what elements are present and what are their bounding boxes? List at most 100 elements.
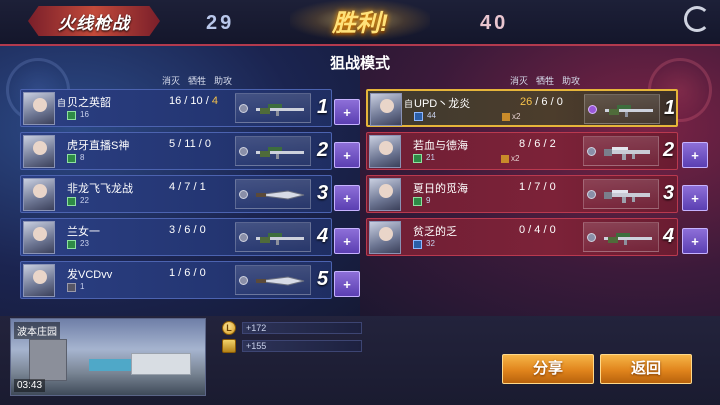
rank-number: 4 bbox=[663, 225, 675, 247]
level-badge-icon bbox=[413, 154, 422, 163]
rank-reward: +155 bbox=[222, 339, 362, 353]
weapon-slot bbox=[235, 136, 311, 166]
weapon-slot bbox=[235, 179, 311, 209]
player-avatar[interactable] bbox=[23, 221, 55, 254]
game-logo: 火线枪战 bbox=[28, 6, 160, 36]
map-building bbox=[29, 339, 67, 381]
player-name: 贫乏的乏 bbox=[413, 226, 457, 238]
weapon-slot bbox=[583, 136, 659, 166]
player-avatar[interactable] bbox=[23, 264, 55, 297]
player-name: 贝之英韶 bbox=[67, 97, 111, 109]
rank-insignia-icon bbox=[222, 339, 236, 353]
player-level: 44 bbox=[427, 111, 436, 120]
coin-reward-value: +172 bbox=[242, 322, 362, 334]
assists-value: 1 bbox=[199, 181, 206, 193]
assists-header: 助攻 bbox=[214, 76, 233, 86]
player-kda: 1 / 6 / 0 bbox=[169, 267, 206, 279]
level-badge-icon bbox=[67, 240, 76, 249]
player-avatar[interactable] bbox=[23, 135, 55, 168]
player-level: 9 bbox=[426, 196, 431, 205]
weapon-slot bbox=[584, 94, 660, 124]
coin-reward: L +172 bbox=[222, 321, 362, 335]
rank-number: 5 bbox=[317, 268, 329, 290]
weapon-quality-icon bbox=[587, 147, 596, 156]
deaths-value: 10 bbox=[190, 95, 203, 107]
rank-reward-value: +155 bbox=[242, 340, 362, 352]
player-kda: 8 / 6 / 2 bbox=[519, 138, 556, 150]
match-time: 03:43 bbox=[14, 379, 46, 392]
add-friend-icon[interactable]: + bbox=[334, 185, 360, 211]
player-kda: 5 / 11 / 0 bbox=[169, 138, 212, 150]
player-kda: 1 / 7 / 0 bbox=[519, 181, 556, 193]
player-avatar[interactable] bbox=[370, 93, 402, 126]
map-pool bbox=[89, 359, 133, 371]
assists-value: 4 bbox=[211, 95, 218, 107]
level-badge-icon bbox=[67, 197, 76, 206]
player-name: 夏日的觅海 bbox=[413, 183, 468, 195]
self-tag: 自 bbox=[57, 98, 67, 108]
self-tag: 自 bbox=[404, 99, 414, 109]
gold-coin-icon: L bbox=[222, 321, 236, 335]
player-kda: 3 / 6 / 0 bbox=[169, 224, 206, 236]
blue-team-row[interactable]: 自贝之英韶 16 16 / 10 / 41 bbox=[20, 89, 332, 127]
add-friend-icon[interactable]: + bbox=[682, 228, 708, 254]
rank-number: 4 bbox=[317, 225, 329, 247]
add-friend-icon[interactable]: + bbox=[682, 185, 708, 211]
player-level: 21 bbox=[426, 153, 435, 162]
add-friend-icon[interactable]: + bbox=[334, 142, 360, 168]
red-team-row[interactable]: 贫乏的乏 32 0 / 4 / 0 4 bbox=[366, 218, 678, 256]
add-friend-icon[interactable]: + bbox=[334, 271, 360, 297]
weapon-quality-icon bbox=[239, 190, 248, 199]
weapon-slot bbox=[235, 222, 311, 252]
red-team-row[interactable]: 夏日的觅海 9 1 / 7 / 0 3 bbox=[366, 175, 678, 213]
red-team-row[interactable]: 若血与德海 21 x2 8 / 6 / 22 bbox=[366, 132, 678, 170]
rank-number: 1 bbox=[664, 97, 676, 119]
assists-value: 0 bbox=[199, 224, 206, 236]
add-friend-icon[interactable]: + bbox=[682, 142, 708, 168]
weapon-quality-icon bbox=[239, 233, 248, 242]
red-team-row[interactable]: 自 UPD丶龙炎 44 x2 26 / 6 / 0 1 bbox=[366, 89, 678, 127]
kills-header: 消灭 bbox=[162, 76, 181, 86]
player-avatar[interactable] bbox=[369, 135, 401, 168]
player-level: 22 bbox=[80, 196, 89, 205]
assists-value: 0 bbox=[204, 138, 212, 150]
red-team-score: 40 bbox=[480, 12, 509, 34]
player-avatar[interactable] bbox=[369, 178, 401, 211]
player-kda: 4 / 7 / 1 bbox=[169, 181, 206, 193]
kills-value: 26 bbox=[520, 96, 533, 108]
back-button[interactable]: 返回 bbox=[600, 354, 692, 384]
player-avatar[interactable] bbox=[369, 221, 401, 254]
player-avatar[interactable] bbox=[23, 178, 55, 211]
mode-title: 狙战模式 bbox=[329, 55, 390, 72]
assists-value: 0 bbox=[549, 181, 556, 193]
player-kda: 0 / 4 / 0 bbox=[519, 224, 556, 236]
level-badge-icon bbox=[67, 111, 76, 120]
assists-header: 助攻 bbox=[562, 76, 581, 86]
rank-number: 3 bbox=[317, 182, 329, 204]
reload-icon[interactable] bbox=[684, 6, 710, 32]
blue-team-row[interactable]: 兰女一 23 3 / 6 / 0 4 bbox=[20, 218, 332, 256]
level-badge-icon bbox=[414, 112, 423, 121]
blue-team-row[interactable]: 非龙飞飞龙战 22 4 / 7 / 1 3 bbox=[20, 175, 332, 213]
level-badge-icon bbox=[413, 197, 422, 206]
player-name: 发VCDvv bbox=[67, 269, 113, 281]
rank-number: 3 bbox=[663, 182, 675, 204]
add-friend-icon[interactable]: + bbox=[334, 228, 360, 254]
player-level: 8 bbox=[80, 153, 85, 162]
weapon-quality-icon bbox=[587, 190, 596, 199]
blue-team-row[interactable]: 发VCDvv 1 1 / 6 / 0 5 bbox=[20, 261, 332, 299]
share-button[interactable]: 分享 bbox=[502, 354, 594, 384]
double-reward-badge: x2 bbox=[501, 154, 519, 163]
blue-team-row[interactable]: 虎牙直播S神 8 5 / 11 / 0 2 bbox=[20, 132, 332, 170]
weapon-quality-icon bbox=[587, 233, 596, 242]
player-avatar[interactable] bbox=[23, 92, 55, 125]
kills-header: 消灭 bbox=[510, 76, 529, 86]
add-friend-icon[interactable]: + bbox=[334, 99, 360, 125]
deaths-value: 11 bbox=[184, 138, 196, 150]
player-name: 非龙飞飞龙战 bbox=[67, 183, 133, 195]
player-level: 32 bbox=[426, 239, 435, 248]
player-level: 16 bbox=[80, 110, 89, 119]
rank-number: 2 bbox=[317, 139, 329, 161]
player-name: 兰女一 bbox=[67, 226, 100, 238]
map-structure bbox=[131, 353, 191, 375]
